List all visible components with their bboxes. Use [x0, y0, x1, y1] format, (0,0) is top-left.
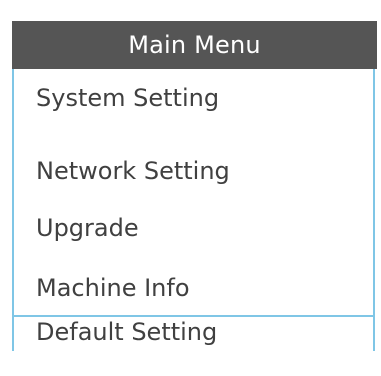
menu-item-default-setting[interactable]: Default Setting: [36, 317, 217, 347]
menu-item-network-setting[interactable]: Network Setting: [36, 156, 230, 186]
menu-list: System Setting Network Setting Upgrade M…: [12, 69, 375, 351]
menu-item-upgrade[interactable]: Upgrade: [36, 213, 139, 243]
menu-title: Main Menu: [12, 21, 377, 69]
menu-item-machine-info[interactable]: Machine Info: [36, 273, 190, 303]
menu-footer: Default Setting: [14, 317, 379, 351]
main-menu: Main Menu System Setting Network Setting…: [12, 21, 377, 351]
menu-item-system-setting[interactable]: System Setting: [36, 83, 219, 113]
